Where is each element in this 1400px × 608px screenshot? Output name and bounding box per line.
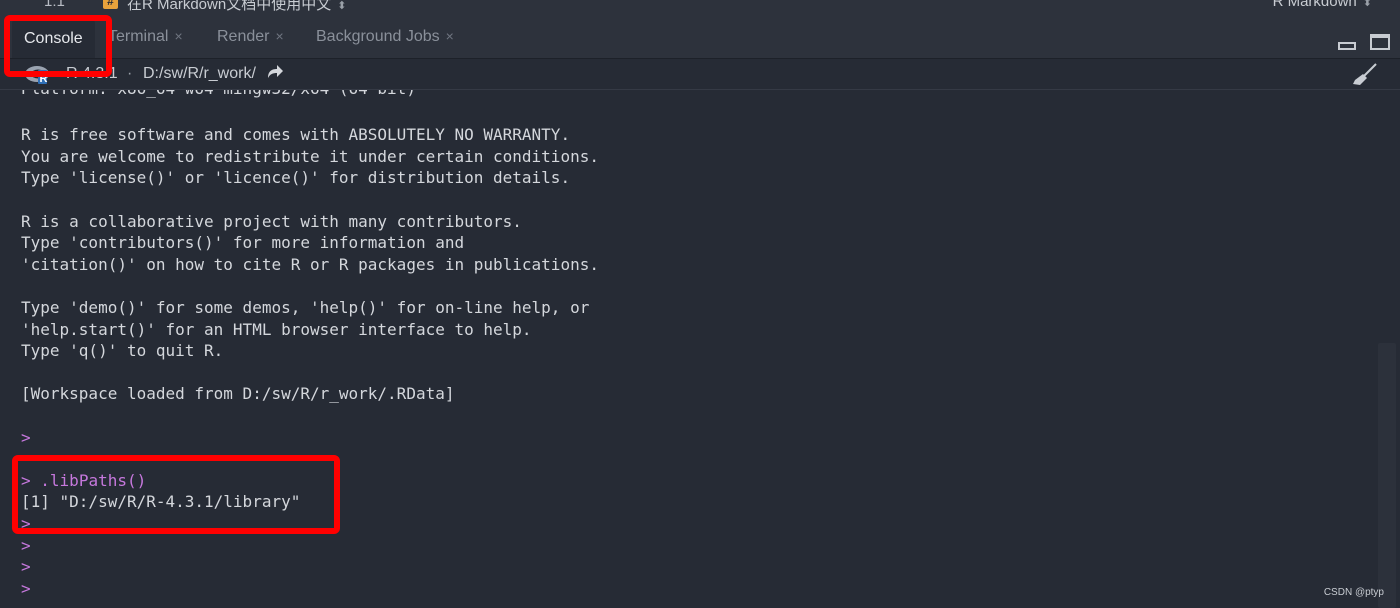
console-line: Type 'q()' to quit R.: [21, 341, 224, 360]
console-info-bar: R R 4.3.1 · D:/sw/R/r_work/: [0, 59, 1400, 90]
tab-background-jobs[interactable]: Background Jobs ×: [316, 28, 454, 46]
prompt-symbol: >: [21, 536, 31, 555]
doc-type-label: R Markdown: [1272, 0, 1357, 10]
prompt-line: >: [21, 535, 31, 556]
clear-console-broom-icon[interactable]: [1352, 62, 1378, 86]
prompt-line: >: [21, 556, 31, 577]
console-line: Platform: x86_64-w64-mingw32/x64 (64-bit…: [21, 90, 416, 99]
tab-background-jobs-label: Background Jobs: [316, 28, 440, 45]
editor-status-strip: 1:1 # 在R Markdown文档中使用中文 ⬍ R Markdown ⬍: [0, 0, 1400, 12]
tab-terminal[interactable]: Terminal ×: [108, 28, 183, 46]
console-line: Type 'demo()' for some demos, 'help()' f…: [21, 298, 590, 317]
prompt-symbol: >: [21, 579, 31, 598]
close-icon[interactable]: ×: [275, 28, 283, 44]
tab-render[interactable]: Render ×: [217, 28, 284, 46]
updown-icon: ⬍: [1362, 0, 1372, 9]
maximize-pane-icon[interactable]: [1370, 34, 1390, 50]
console-line: R is free software and comes with ABSOLU…: [21, 125, 571, 144]
working-directory: D:/sw/R/r_work/: [143, 65, 256, 82]
console-line: R is a collaborative project with many c…: [21, 212, 522, 231]
console-line: You are welcome to redistribute it under…: [21, 147, 599, 166]
tab-terminal-label: Terminal: [108, 28, 169, 45]
console-line: Type 'contributors()' for more informati…: [21, 233, 465, 252]
tab-render-label: Render: [217, 28, 270, 45]
go-to-directory-icon[interactable]: [266, 64, 284, 80]
updown-icon: ⬍: [337, 0, 347, 12]
separator-dot: ·: [127, 65, 133, 82]
minimize-pane-icon[interactable]: [1338, 42, 1356, 50]
annotation-box-console-tab: [4, 15, 112, 77]
prompt-symbol: >: [21, 428, 31, 447]
doc-type-selector[interactable]: R Markdown ⬍: [1273, 0, 1372, 10]
section-hash-icon: #: [103, 0, 118, 9]
watermark: CSDN @ptyp: [1323, 587, 1384, 598]
annotation-box-libpaths: [12, 455, 340, 534]
section-navigator[interactable]: 在R Markdown文档中使用中文 ⬍: [127, 0, 346, 12]
console-line: 'help.start()' for an HTML browser inter…: [21, 320, 532, 339]
close-icon[interactable]: ×: [446, 28, 454, 44]
active-prompt-line[interactable]: >: [21, 578, 31, 599]
cursor-position: 1:1: [44, 0, 65, 10]
scrollbar-thumb[interactable]: [1378, 343, 1396, 608]
pane-tab-bar: Console Terminal × Render × Background Job…: [0, 12, 1400, 59]
console-line: Type 'license()' or 'licence()' for dist…: [21, 168, 571, 187]
section-title: 在R Markdown文档中使用中文: [127, 0, 332, 12]
close-icon[interactable]: ×: [174, 28, 182, 44]
console-line: 'citation()' on how to cite R or R packa…: [21, 255, 599, 274]
console-line: [Workspace loaded from D:/sw/R/r_work/.R…: [21, 384, 455, 403]
prompt-line: >: [21, 427, 31, 448]
prompt-symbol: >: [21, 557, 31, 576]
